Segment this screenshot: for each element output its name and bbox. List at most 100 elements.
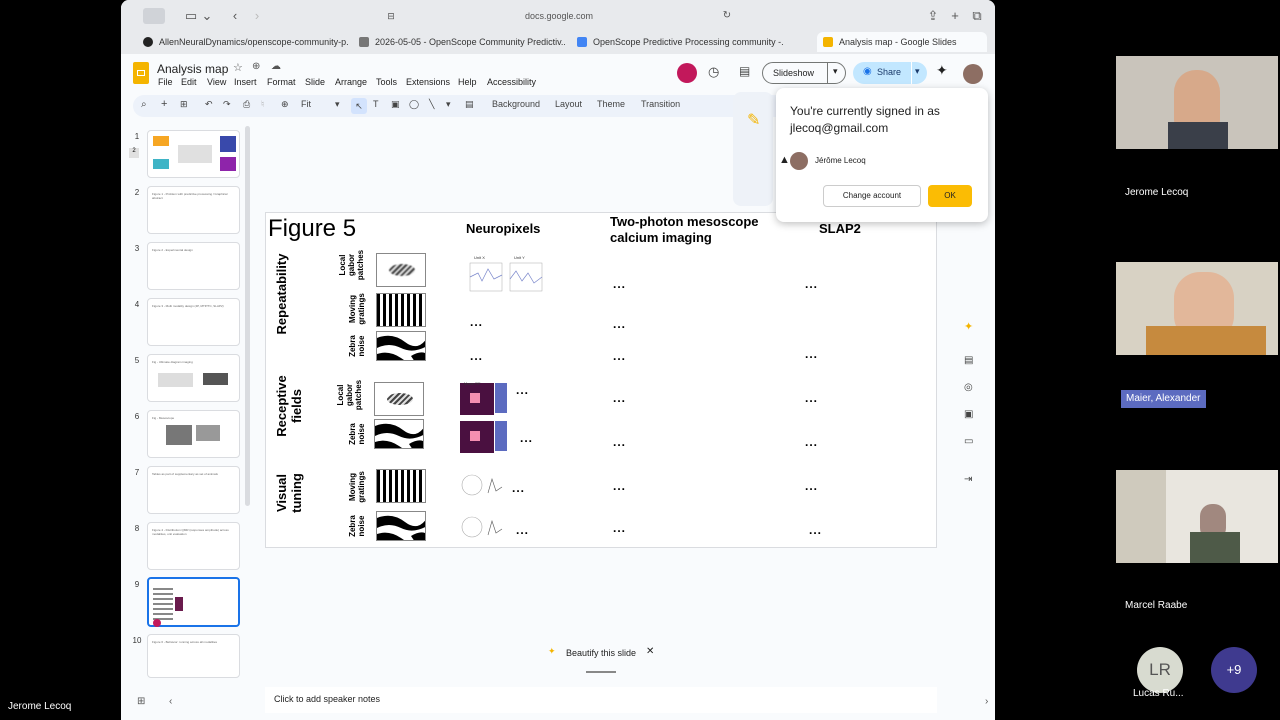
print-icon[interactable]: ⎙ <box>243 99 250 110</box>
video-tile-alexander[interactable] <box>1116 262 1278 355</box>
slide-thumbnail-5[interactable]: Fig - Ultimate diagram imaging <box>147 354 240 402</box>
theme-button[interactable]: Theme <box>597 99 625 109</box>
video-tile-jerome[interactable] <box>1116 56 1278 149</box>
menu-help[interactable]: Help <box>458 77 477 87</box>
trace-plot <box>469 262 543 292</box>
back-icon[interactable]: ‹ <box>227 8 243 24</box>
tab-google-doc[interactable]: OpenScope Predictive Processing communit… <box>571 32 783 52</box>
image-icon[interactable]: ▣ <box>391 99 400 110</box>
more-participants-button[interactable]: +9 <box>1211 647 1257 693</box>
thumb-figure <box>175 597 183 611</box>
tasks-icon[interactable]: ◎ <box>964 382 973 393</box>
slides-logo-icon[interactable] <box>133 62 149 84</box>
close-icon[interactable]: ✕ <box>646 646 654 657</box>
transition-button[interactable]: Transition <box>641 99 680 109</box>
document-title[interactable]: Analysis map <box>157 62 228 76</box>
menu-view[interactable]: View <box>207 77 226 87</box>
menu-slide[interactable]: Slide <box>305 77 325 87</box>
forward-icon[interactable]: › <box>249 8 265 24</box>
chevron-down-icon[interactable]: ▾ <box>335 99 340 110</box>
expand-panel-icon[interactable]: ⇥ <box>964 474 972 485</box>
comments-icon[interactable]: ▤ <box>739 64 750 78</box>
participant-avatar[interactable]: LR <box>1137 647 1183 693</box>
layout-button[interactable]: Layout <box>555 99 582 109</box>
menu-insert[interactable]: Insert <box>234 77 257 87</box>
beautify-suggestion[interactable]: ✦ Beautify this slide ✕ <box>542 644 660 662</box>
menu-tools[interactable]: Tools <box>376 77 397 87</box>
comment-add-icon[interactable]: ▤ <box>465 99 474 110</box>
share-button[interactable]: ◉ Share ▾ <box>853 62 927 84</box>
text-box-icon[interactable]: T <box>373 99 379 109</box>
slide-thumbnail-2[interactable]: Figure 1 - Problem with predictive proce… <box>147 186 240 234</box>
menu-extensions[interactable]: Extensions <box>406 77 450 87</box>
undo-icon[interactable]: ↶ <box>205 99 213 110</box>
chevron-down-icon[interactable]: ▾ <box>915 66 920 77</box>
expand-icon[interactable]: › <box>985 696 988 707</box>
tab-meeting-notes[interactable]: 2026-05-05 - OpenScope Community Predict… <box>353 32 565 52</box>
ellipsis-placeholder: ... <box>805 435 819 449</box>
gemini-sparkle-icon[interactable]: ✦ <box>964 320 973 333</box>
menu-file[interactable]: File <box>158 77 173 87</box>
sidebar-icon[interactable]: ▭ <box>183 8 199 24</box>
contacts-icon[interactable]: ▣ <box>964 409 973 420</box>
video-tile-marcel[interactable] <box>1116 470 1278 563</box>
new-tab-icon[interactable]: + <box>947 8 963 24</box>
tab-overview-icon[interactable]: ⧉ <box>969 8 985 24</box>
slide-thumbnail-3[interactable]: Figure 2 - Experimental design <box>147 242 240 290</box>
address-bar[interactable]: docs.google.com <box>379 7 739 25</box>
thumb-image <box>158 373 193 387</box>
slide-thumbnail-4[interactable]: Figure 3 - Multi modality design (4P, MT… <box>147 298 240 346</box>
line-icon[interactable]: ╲ <box>429 99 434 110</box>
history-icon[interactable]: ◷ <box>708 64 719 80</box>
menu-format[interactable]: Format <box>267 77 296 87</box>
ellipsis-placeholder: ... <box>613 479 627 493</box>
tab-analysis-map[interactable]: Analysis map - Google Slides <box>817 32 987 52</box>
paint-format-icon[interactable]: ♮ <box>261 99 264 110</box>
share-label: Share <box>877 67 902 77</box>
slide-thumbnail-8[interactable]: Figure 4 - Distribution QMR (responses a… <box>147 522 240 570</box>
redo-icon[interactable]: ↷ <box>223 99 231 110</box>
slide-thumbnail-1[interactable] <box>147 130 240 178</box>
chevron-down-icon[interactable]: ⌄ <box>199 8 215 24</box>
zoom-icon[interactable]: ⊕ <box>281 99 289 110</box>
mouse-cursor: ▲ <box>779 154 790 166</box>
menu-edit[interactable]: Edit <box>181 77 197 87</box>
new-slide-layout-icon[interactable]: ⊞ <box>180 99 188 110</box>
speaker-notes[interactable]: Click to add speaker notes <box>265 687 937 713</box>
tab-github[interactable]: AllenNeuralDynamics/openscope-community-… <box>137 32 349 52</box>
folder-icon[interactable]: ▭ <box>964 436 973 447</box>
change-account-button[interactable]: Change account <box>823 185 921 207</box>
zoom-select[interactable]: Fit <box>301 99 311 109</box>
cloud-status-icon[interactable]: ☁ <box>271 61 281 72</box>
star-icon[interactable]: ☆ <box>233 61 243 74</box>
reload-icon[interactable]: ↻ <box>719 8 735 24</box>
grid-view-icon[interactable]: ⊞ <box>137 696 145 707</box>
slideshow-button[interactable]: Slideshow ▾ <box>762 62 846 84</box>
background-button[interactable]: Background <box>492 99 540 109</box>
slide-canvas[interactable]: Figure 5 Neuropixels Two-photon mesoscop… <box>265 212 937 548</box>
chevron-down-icon[interactable]: ▾ <box>833 66 838 77</box>
move-icon[interactable]: ⊕ <box>252 61 260 72</box>
select-cursor-icon[interactable]: ↖ <box>351 98 367 114</box>
shape-icon[interactable]: ◯ <box>409 99 419 110</box>
menu-arrange[interactable]: Arrange <box>335 77 367 87</box>
slide-thumbnail-10[interactable]: Figure 6 - Behavior: running across all … <box>147 634 240 678</box>
gemini-icon[interactable]: ✦ <box>936 62 948 79</box>
thumb-text: Fig - Ultimate diagram imaging <box>152 360 193 364</box>
menu-accessibility[interactable]: Accessibility <box>487 77 536 87</box>
gemini-extension-icon[interactable] <box>677 63 697 83</box>
sidebar-toggle-icon[interactable] <box>143 8 165 24</box>
new-slide-icon[interactable]: + <box>161 98 167 110</box>
ok-button[interactable]: OK <box>928 185 972 207</box>
notes-resize-handle[interactable] <box>586 671 616 673</box>
avatar[interactable] <box>963 64 983 84</box>
slide-thumbnail-9[interactable] <box>147 577 240 627</box>
search-icon[interactable]: ⌕ <box>141 99 147 110</box>
collapse-filmstrip-icon[interactable]: ‹ <box>169 696 172 707</box>
keep-icon[interactable]: ▤ <box>964 355 973 366</box>
share-icon[interactable]: ⇪ <box>925 8 941 24</box>
filmstrip-scrollbar[interactable] <box>245 126 250 506</box>
chevron-down-icon[interactable]: ▾ <box>446 99 451 110</box>
slide-thumbnail-6[interactable]: Fig - Mesoscope <box>147 410 240 458</box>
slide-thumbnail-7[interactable]: Tables as part of supplementary as set o… <box>147 466 240 514</box>
